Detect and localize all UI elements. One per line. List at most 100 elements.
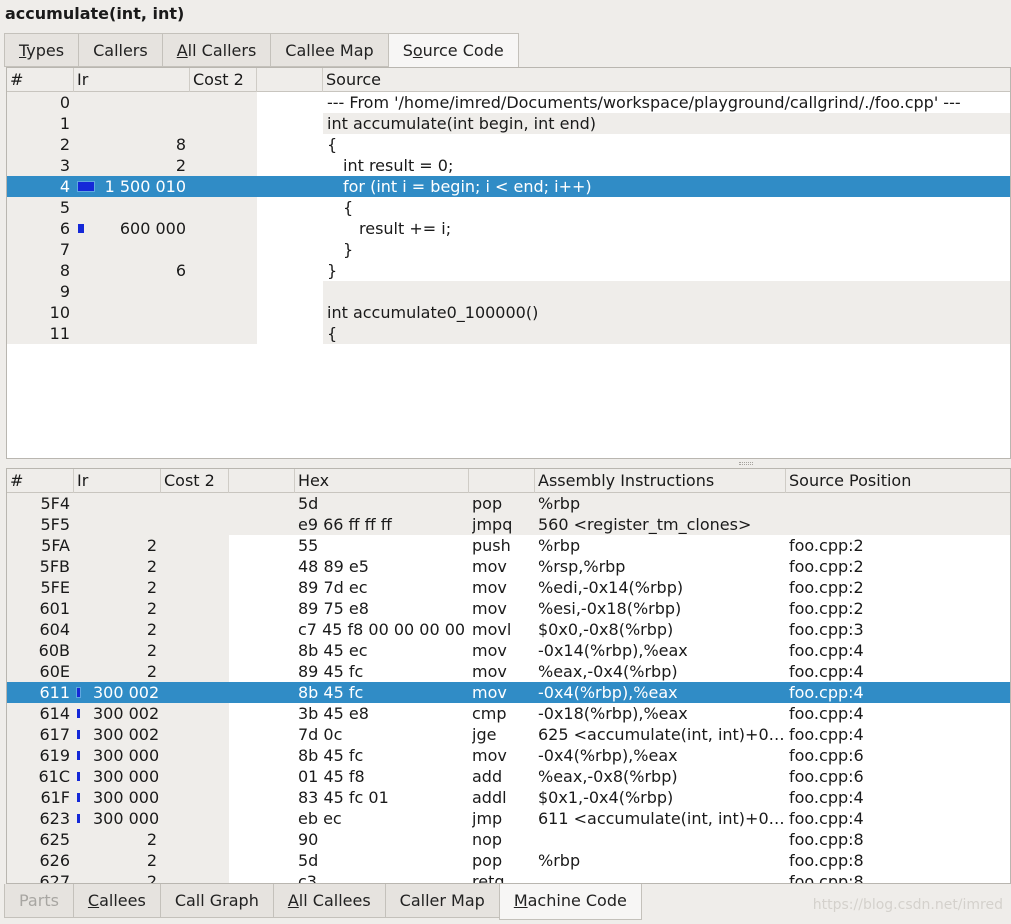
hex-bytes: 48 89 e5: [298, 557, 369, 576]
tab-label: urce Code: [422, 41, 504, 60]
assembly-row[interactable]: 619 300 000 8b 45 fc mov -0x4(%rbp),%eax foo.…: [7, 745, 1010, 766]
tab-parts: Parts: [4, 884, 73, 918]
col-cost2-header[interactable]: Cost 2: [161, 469, 229, 493]
mnemonic: cmp: [472, 704, 507, 723]
col-line-number-header[interactable]: #: [7, 68, 74, 92]
tab-machine-code[interactable]: Machine Code: [498, 884, 642, 920]
source-code-panel[interactable]: # Ir Cost 2 Source 0 --- From '/home/imre…: [6, 67, 1011, 459]
assembly-row[interactable]: 5FE 2 89 7d ec mov %edi,-0x14(%rbp) foo.cpp:2: [7, 577, 1010, 598]
assembly-row[interactable]: 5FA 2 55 push %rbp foo.cpp:2: [7, 535, 1010, 556]
source-line-row[interactable]: 1 int accumulate(int begin, int end): [7, 113, 1010, 134]
tab-caller-map[interactable]: Caller Map: [384, 884, 499, 918]
source-line-row[interactable]: 6 600 000 result += i;: [7, 218, 1010, 239]
source-code-text: {: [327, 324, 338, 343]
tab-source-code[interactable]: Source Code: [387, 33, 519, 70]
operands: %rbp: [538, 494, 581, 513]
source-line-row[interactable]: 8 6}: [7, 260, 1010, 281]
tab-label: ll Callees: [298, 891, 371, 910]
source-position: foo.cpp:4: [789, 641, 864, 660]
ir-cost: 2: [146, 851, 157, 870]
assembly-header: # Ir Cost 2 Hex Assembly Instructions So…: [7, 469, 1010, 493]
source-line-row[interactable]: 9: [7, 281, 1010, 302]
col-ir-header[interactable]: Ir: [74, 469, 161, 493]
assembly-row[interactable]: 625 2 90 nop foo.cpp:8: [7, 829, 1010, 850]
ir-cost: 2: [146, 578, 157, 597]
address: 626: [39, 851, 70, 870]
source-position: foo.cpp:6: [789, 767, 864, 786]
tab-call-graph[interactable]: Call Graph: [159, 884, 273, 918]
col-assembly-header[interactable]: Assembly Instructions: [535, 469, 786, 493]
tab-types[interactable]: Types: [4, 33, 79, 67]
mnemonic: jge: [472, 725, 497, 744]
source-line-row[interactable]: 11 {: [7, 323, 1010, 344]
source-position: foo.cpp:4: [789, 809, 864, 828]
tab-label: Callers: [93, 41, 148, 60]
tab-callees[interactable]: Callees: [72, 884, 160, 918]
tab-callers[interactable]: Callers: [78, 33, 162, 67]
assembly-row[interactable]: 60E 2 89 45 fc mov %eax,-0x4(%rbp) foo.cpp:4: [7, 661, 1010, 682]
ir-cost: 2: [146, 620, 157, 639]
tab-mnemonic-letter: A: [176, 41, 188, 60]
col-source-header[interactable]: Source: [323, 68, 1010, 92]
col-ir-header[interactable]: Ir: [74, 68, 190, 92]
address: 619: [39, 746, 70, 765]
assembly-row[interactable]: 5F5 e9 66 ff ff ff jmpq 560 <register_tm_cl…: [7, 514, 1010, 535]
assembly-row[interactable]: 61F 300 000 83 45 fc 01 addl $0x1,-0x4(%rbp)…: [7, 787, 1010, 808]
assembly-row[interactable]: 61C 300 000 01 45 f8 add %eax,-0x8(%rbp) foo.…: [7, 766, 1010, 787]
mnemonic: push: [472, 536, 511, 555]
hex-bytes: 89 45 fc: [298, 662, 364, 681]
line-number: 2: [59, 135, 70, 154]
ir-cost: 300 002: [93, 704, 159, 723]
source-position: foo.cpp:2: [789, 578, 864, 597]
source-line-row[interactable]: 0 --- From '/home/imred/Documents/workspa…: [7, 92, 1010, 113]
source-line-row[interactable]: 10 int accumulate0_100000(): [7, 302, 1010, 323]
source-code-text: for (int i = begin; i < end; i++): [343, 177, 592, 196]
assembly-row[interactable]: 5FB 2 48 89 e5 mov %rsp,%rbp foo.cpp:2: [7, 556, 1010, 577]
col-hex-header[interactable]: Hex: [295, 469, 469, 493]
line-number: 7: [59, 240, 70, 259]
source-line-row[interactable]: 7}: [7, 239, 1010, 260]
operands: %edi,-0x14(%rbp): [538, 578, 684, 597]
source-line-row[interactable]: 5{: [7, 197, 1010, 218]
operands: $0x1,-0x4(%rbp): [538, 788, 674, 807]
source-line-row[interactable]: 2 8 {: [7, 134, 1010, 155]
assembly-row[interactable]: 604 2 c7 45 f8 00 00 00 00 movl $0x0,-0x8(%r…: [7, 619, 1010, 640]
assembly-row[interactable]: 626 2 5d pop %rbp foo.cpp:8: [7, 850, 1010, 871]
assembly-row[interactable]: 601 2 89 75 e8 mov %esi,-0x18(%rbp) foo.cpp:2: [7, 598, 1010, 619]
source-position: foo.cpp:3: [789, 620, 864, 639]
tab-all-callers[interactable]: All Callers: [161, 33, 271, 67]
line-number: 9: [59, 282, 70, 301]
col-cost2-header[interactable]: Cost 2: [190, 68, 257, 92]
assembly-row[interactable]: 60B 2 8b 45 ec mov -0x14(%rbp),%eax foo.cpp:4: [7, 640, 1010, 661]
col-blank-header[interactable]: [257, 68, 323, 92]
assembly-row[interactable]: 627 2 c3 retq foo.cpp:8: [7, 871, 1010, 883]
assembly-row[interactable]: 623 300 000 eb ec jmp 611 <accumulate(int, i…: [7, 808, 1010, 829]
source-code-text: {: [327, 135, 338, 154]
tab-callee-map[interactable]: Callee Map: [270, 33, 388, 67]
assembly-row[interactable]: 611 300 002 8b 45 fc mov -0x4(%rbp),%eax foo.…: [7, 682, 1010, 703]
cost-bar: [77, 814, 80, 823]
cost-bar: [77, 772, 80, 781]
mnemonic: pop: [472, 851, 503, 870]
col-mnemonic-header[interactable]: [469, 469, 535, 493]
machine-code-panel[interactable]: # Ir Cost 2 Hex Assembly Instructions So…: [6, 468, 1011, 884]
col-address-header[interactable]: #: [7, 469, 74, 493]
source-line-row[interactable]: 3 2 int result = 0;: [7, 155, 1010, 176]
ir-cost: 300 000: [93, 788, 159, 807]
line-number: 4: [59, 177, 70, 196]
col-source-position-header[interactable]: Source Position: [786, 469, 1010, 493]
operands: -0x18(%rbp),%eax: [538, 704, 688, 723]
assembly-row[interactable]: 5F4 5d pop %rbp: [7, 493, 1010, 514]
col-blank-header[interactable]: [229, 469, 295, 493]
operands: 611 <accumulate(int, int)+0…: [538, 809, 784, 828]
source-code-text: int accumulate0_100000(): [327, 303, 539, 322]
assembly-row[interactable]: 617 300 002 7d 0c jge 625 <accumulate(int, i…: [7, 724, 1010, 745]
source-line-row[interactable]: 4 1 500 010 for (int i = begin; i < end; i…: [7, 176, 1010, 197]
cost-bar: [76, 687, 81, 698]
tab-all-callees[interactable]: All Callees: [272, 884, 385, 918]
assembly-row[interactable]: 614 300 002 3b 45 e8 cmp -0x18(%rbp),%eax foo…: [7, 703, 1010, 724]
ir-cost: 6: [175, 261, 186, 280]
ir-cost: 300 000: [93, 767, 159, 786]
splitter-handle[interactable]: [6, 459, 1011, 468]
source-position: [789, 514, 1009, 535]
